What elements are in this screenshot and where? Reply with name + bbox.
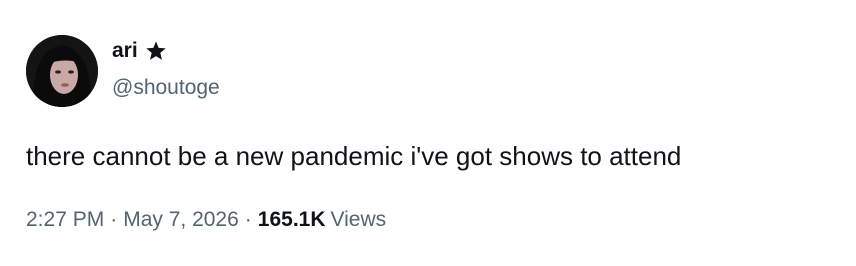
star-icon bbox=[145, 40, 167, 62]
avatar-photo bbox=[26, 35, 98, 107]
meta-separator: · bbox=[244, 208, 252, 231]
tweet-text: there cannot be a new pandemic i've got … bbox=[26, 141, 682, 171]
tweet-date[interactable]: May 7, 2026 bbox=[123, 205, 239, 235]
views-count[interactable]: 165.1K bbox=[258, 205, 326, 235]
author-name-row: ari bbox=[112, 36, 167, 66]
tweet-meta: 2:27 PM · May 7, 2026 · 165.1K Views bbox=[26, 205, 386, 235]
avatar[interactable] bbox=[26, 35, 98, 107]
tweet-card: ari @shoutoge there cannot be a new pand… bbox=[0, 0, 856, 266]
tweet-time[interactable]: 2:27 PM bbox=[26, 205, 104, 235]
views-label: Views bbox=[330, 208, 387, 231]
meta-separator: · bbox=[110, 208, 118, 231]
user-handle[interactable]: @shoutoge bbox=[112, 73, 220, 103]
display-name[interactable]: ari bbox=[112, 36, 138, 66]
